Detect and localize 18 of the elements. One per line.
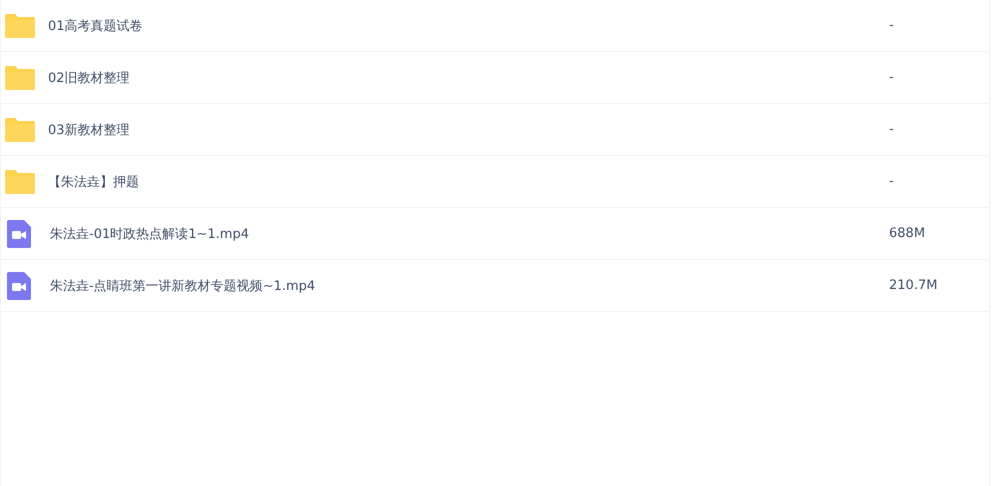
file-size: 210.7M — [889, 278, 938, 293]
file-name[interactable]: 01高考真题试卷 — [48, 16, 889, 34]
folder-icon — [5, 170, 35, 194]
folder-icon — [5, 14, 35, 38]
file-size: - — [889, 70, 895, 85]
video-file-icon — [7, 220, 31, 248]
folder-icon — [5, 66, 35, 90]
file-size: 688M — [889, 226, 926, 241]
file-name[interactable]: 【朱法垚】押题 — [48, 172, 889, 190]
file-size: - — [889, 18, 895, 33]
folder-icon — [5, 118, 35, 142]
file-name[interactable]: 03新教材整理 — [48, 120, 889, 138]
file-name[interactable]: 朱法垚-点睛班第一讲新教材专题视频~1.mp4 — [50, 276, 889, 294]
video-file-icon — [7, 272, 31, 300]
file-name[interactable]: 朱法垚-01时政热点解读1~1.mp4 — [50, 224, 889, 242]
file-size: - — [889, 174, 895, 189]
file-name[interactable]: 02旧教材整理 — [48, 68, 889, 86]
file-size: - — [889, 122, 895, 137]
